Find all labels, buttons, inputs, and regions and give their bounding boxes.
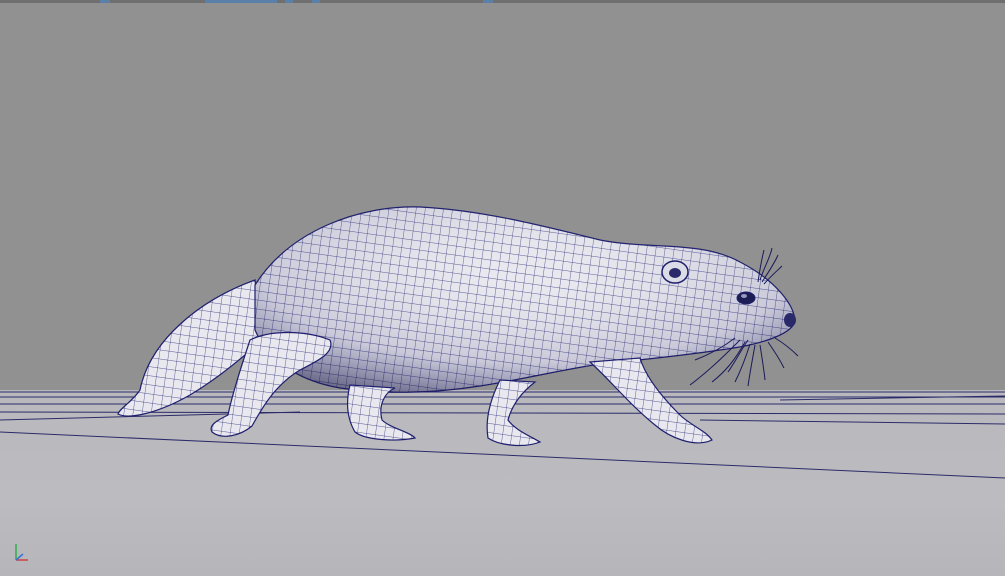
- 3d-viewport[interactable]: [0, 0, 1005, 576]
- otter-ear-hole: [669, 268, 681, 278]
- axis-gizmo-icon: [15, 544, 28, 561]
- scene-canvas[interactable]: [0, 0, 1005, 576]
- otter-front-leg-near[interactable]: [588, 357, 713, 444]
- otter-eye: [736, 291, 756, 305]
- otter-nose: [784, 313, 796, 327]
- otter-model[interactable]: [117, 206, 799, 447]
- otter-eye-highlight: [741, 294, 747, 298]
